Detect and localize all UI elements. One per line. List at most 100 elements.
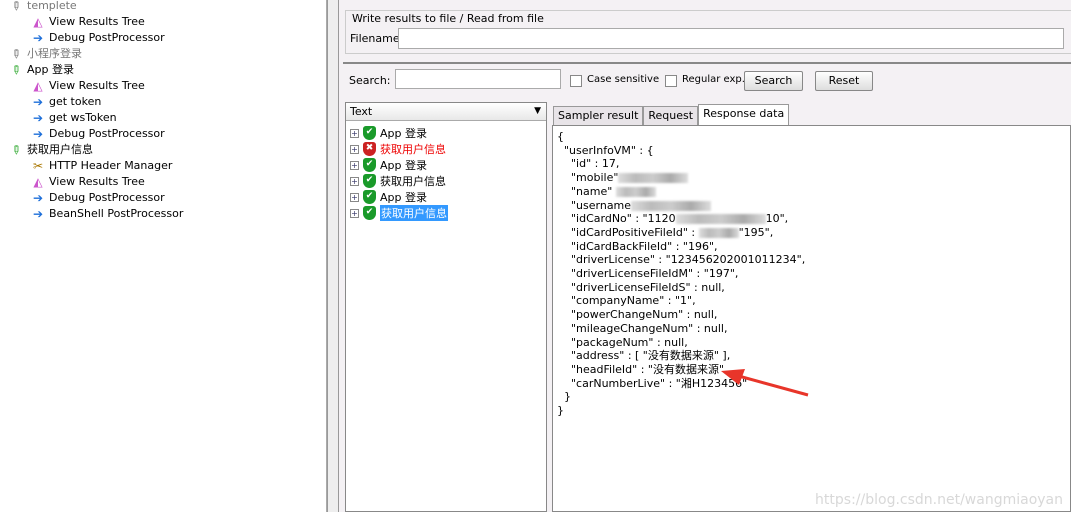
tree-node[interactable]: ✂ HTTP Header Manager: [30, 158, 172, 174]
success-shield-icon: ✔: [363, 206, 376, 220]
expand-icon[interactable]: +: [350, 144, 359, 154]
response-line: "address" : [ "没有数据来源" ],: [557, 349, 1066, 363]
filename-input[interactable]: [398, 28, 1064, 49]
response-line: "mileageChangeNum" : null,: [557, 322, 1066, 336]
response-line: "idCardNo" : "1120 10",: [557, 212, 1066, 226]
success-shield-icon: ✔: [363, 174, 376, 188]
postprocessor-arrow-icon: ➔: [32, 111, 44, 125]
redacted-value: [675, 214, 766, 225]
tree-node[interactable]: ◭ View Results Tree: [30, 174, 145, 190]
redacted-value: [618, 173, 689, 184]
response-line-text: "companyName" : "1",: [557, 294, 696, 308]
tree-node-label: Debug PostProcessor: [49, 31, 165, 44]
response-line-text: }: [557, 390, 571, 404]
response-line-text: }: [557, 404, 564, 418]
result-item[interactable]: + ✔ 获取用户信息: [350, 205, 448, 221]
response-line: "driverLicense" : "123456202001011234",: [557, 253, 1066, 267]
result-tabs: Sampler result Request Response data: [553, 104, 790, 125]
tab-request[interactable]: Request: [643, 106, 699, 125]
case-sensitive-label: Case sensitive: [587, 74, 660, 85]
expand-icon[interactable]: +: [350, 192, 359, 202]
error-shield-icon: ✖: [363, 142, 376, 156]
expand-icon[interactable]: +: [350, 176, 359, 186]
tree-node[interactable]: ✎ 小程序登录: [7, 45, 82, 62]
response-data-text[interactable]: { "userInfoVM" : { "id" : 17, "mobile" "…: [552, 125, 1071, 512]
tree-node[interactable]: ➔ BeanShell PostProcessor: [30, 206, 183, 222]
tree-node-label: get token: [49, 95, 102, 108]
results-list-panel: Text ▼ + ✔ App 登录 + ✖ 获取用户信息 + ✔ App 登录 + ✔ 获取用户信息 + ✔…: [345, 102, 547, 512]
result-label: App 登录: [380, 191, 427, 204]
response-line-text: "idCardPositiveFileId" :: [557, 225, 699, 239]
reset-button[interactable]: Reset: [815, 71, 873, 91]
pipette-green-icon: ✎: [7, 61, 25, 79]
response-line-tail: "195",: [738, 225, 774, 239]
response-line: "companyName" : "1",: [557, 294, 1066, 308]
response-line: "username: [557, 199, 1066, 213]
response-line-text: "name": [557, 184, 616, 198]
response-line-text: "mobile": [557, 171, 619, 185]
view-results-tree-icon: ◭: [33, 79, 43, 93]
tree-node-label: View Results Tree: [49, 175, 145, 188]
tree-node[interactable]: ✎ 获取用户信息: [7, 141, 93, 158]
tree-node-label: View Results Tree: [49, 79, 145, 92]
test-plan-tree: ✎ templete ◭ View Results Tree ➔ Debug PostPr…: [0, 0, 327, 512]
renderer-selected: Text: [350, 105, 373, 118]
filename-label: Filename: [350, 32, 400, 45]
search-input[interactable]: [395, 69, 561, 89]
result-item[interactable]: + ✖ 获取用户信息: [350, 141, 446, 157]
response-line: "idCardBackFileId" : "196",: [557, 240, 1066, 254]
response-line-text: "driverLicenseFileIdM" : "197",: [557, 267, 739, 281]
response-line-text: "driverLicenseFileIdS" : null,: [557, 280, 725, 294]
response-line: }: [557, 404, 1066, 418]
postprocessor-arrow-icon: ➔: [32, 31, 44, 45]
tree-node[interactable]: ✎ templete: [7, 0, 77, 15]
chevron-down-icon: ▼: [534, 106, 541, 116]
response-line-text: "idCardNo" : "1120: [557, 212, 676, 226]
result-item[interactable]: + ✔ App 登录: [350, 189, 427, 205]
tree-node[interactable]: ✎ App 登录: [7, 61, 74, 79]
response-line: "driverLicenseFileIdM" : "197",: [557, 267, 1066, 281]
split-pane-divider[interactable]: [327, 0, 339, 512]
success-shield-icon: ✔: [363, 190, 376, 204]
case-sensitive-checkbox[interactable]: [570, 75, 582, 87]
result-label: App 登录: [380, 159, 427, 172]
postprocessor-arrow-icon: ➔: [32, 95, 44, 109]
result-item[interactable]: + ✔ 获取用户信息: [350, 173, 446, 189]
tree-node[interactable]: ➔ Debug PostProcessor: [30, 190, 165, 206]
tree-node[interactable]: ➔ Debug PostProcessor: [30, 126, 165, 142]
tree-node-label: 获取用户信息: [27, 143, 93, 156]
tree-node-label: BeanShell PostProcessor: [49, 207, 184, 220]
tree-node-label: Debug PostProcessor: [49, 127, 165, 140]
regular-exp-checkbox[interactable]: [665, 75, 677, 87]
tree-node[interactable]: ◭ View Results Tree: [30, 78, 145, 94]
response-line-text: "username: [557, 198, 632, 212]
tree-node[interactable]: ➔ Debug PostProcessor: [30, 30, 165, 46]
regular-exp-label: Regular exp.: [682, 74, 745, 85]
expand-icon[interactable]: +: [350, 128, 359, 138]
response-line: "userInfoVM" : {: [557, 144, 1066, 158]
renderer-select[interactable]: Text ▼: [346, 103, 546, 121]
tab-response-data[interactable]: Response data: [698, 104, 790, 125]
tree-node-label: templete: [27, 0, 77, 12]
tree-node[interactable]: ◭ View Results Tree: [30, 14, 145, 30]
response-line-text: "address" : [ "没有数据来源" ],: [557, 349, 731, 363]
expand-icon[interactable]: +: [350, 208, 359, 218]
response-line-text: "headFileId" : "没有数据来源",: [557, 362, 728, 376]
write-results-legend: Write results to file / Read from file: [352, 12, 544, 25]
tab-sampler-result[interactable]: Sampler result: [553, 106, 644, 125]
tree-node-label: View Results Tree: [49, 15, 145, 28]
redacted-value: [631, 200, 712, 211]
annotation-arrow-shaft: [734, 373, 809, 397]
result-item[interactable]: + ✔ App 登录: [350, 125, 427, 141]
tree-node[interactable]: ➔ get wsToken: [30, 110, 117, 126]
expand-icon[interactable]: +: [350, 160, 359, 170]
response-line-text: "mileageChangeNum" : null,: [557, 321, 728, 335]
search-button[interactable]: Search: [744, 71, 803, 91]
success-shield-icon: ✔: [363, 126, 376, 140]
redacted-value: [698, 227, 739, 238]
tree-node[interactable]: ➔ get token: [30, 94, 101, 110]
result-item[interactable]: + ✔ App 登录: [350, 157, 427, 173]
tree-node-label: 小程序登录: [27, 47, 82, 60]
redacted-value: [615, 186, 656, 197]
response-line: "packageNum" : null,: [557, 336, 1066, 350]
